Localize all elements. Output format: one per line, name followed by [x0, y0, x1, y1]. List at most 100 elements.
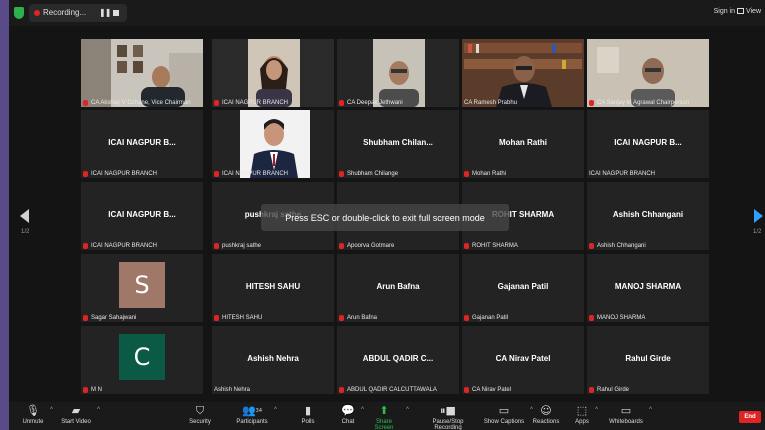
- participant-name: Sagar Sahajwani: [91, 315, 137, 321]
- show-captions-button[interactable]: ▭ Show Captions ^: [483, 404, 533, 426]
- video-tile[interactable]: ICAI NAGPUR B... ICAI NAGPUR BRANCH: [587, 110, 709, 178]
- encryption-shield-icon[interactable]: [14, 7, 24, 19]
- start-video-button[interactable]: ▰ Start Video ^: [60, 405, 100, 426]
- muted-mic-icon: [214, 315, 219, 321]
- video-tile[interactable]: HITESH SAHU HITESH SAHU: [212, 254, 334, 322]
- captions-icon: ▭: [498, 404, 510, 417]
- participant-name: ICAI NAGPUR BRANCH: [91, 171, 158, 177]
- chat-button[interactable]: 💬 Chat ^: [340, 404, 364, 426]
- participant-name: CA Nirav Patel: [472, 387, 512, 393]
- participant-name: Shubham Chilange: [347, 171, 399, 177]
- muted-mic-icon: [83, 243, 88, 249]
- pause-recording-label: Pause/Stop Recording: [432, 419, 464, 430]
- participant-display-name: Shubham Chilan...: [363, 138, 433, 147]
- participant-caption: ICAI NAGPUR BRANCH: [214, 100, 288, 106]
- chevron-up-icon[interactable]: ^: [274, 407, 277, 413]
- video-tile[interactable]: CA Sanjay M Agrawal Chairperson: [587, 39, 709, 107]
- video-tile[interactable]: MANOJ SHARMA MANOJ SHARMA: [587, 254, 709, 322]
- next-page-arrow-icon[interactable]: [754, 209, 763, 223]
- polls-label: Polls: [301, 419, 315, 425]
- video-tile[interactable]: CA Akshay V Dzhane, Vice Chairman: [81, 39, 203, 107]
- whiteboards-label: Whiteboards: [609, 419, 643, 425]
- video-tile[interactable]: CA Nirav Patel CA Nirav Patel: [462, 326, 584, 394]
- participant-caption: Gajanan Patil: [464, 315, 508, 321]
- muted-mic-icon: [339, 171, 344, 177]
- participant-caption: pushkraj sathe: [214, 243, 261, 249]
- shield-icon: ⛉: [195, 404, 205, 417]
- participant-name: Gajanan Patil: [472, 315, 509, 321]
- view-button[interactable]: View: [736, 8, 761, 15]
- chevron-up-icon[interactable]: ^: [97, 407, 100, 413]
- video-tile[interactable]: S Sagar Sahajwani: [81, 254, 203, 322]
- participant-name: Rahul Girde: [597, 387, 630, 393]
- participants-button[interactable]: 👥34 Participants ^: [235, 405, 277, 426]
- video-tile[interactable]: Rahul Girde Rahul Girde: [587, 326, 709, 394]
- share-screen-button[interactable]: ⬆ Share Screen ^: [367, 404, 409, 430]
- whiteboards-button[interactable]: ▭ Whiteboards ^: [608, 405, 652, 426]
- video-tile[interactable]: Arun Bafna Arun Bafna: [337, 254, 459, 322]
- pause-stop-recording-button[interactable]: ⏸■ Pause/Stop Recording: [419, 405, 477, 430]
- chevron-up-icon[interactable]: ^: [406, 407, 409, 413]
- video-tile[interactable]: Shubham Chilan... Shubham Chilange: [337, 110, 459, 178]
- video-tile[interactable]: ICAI NAGPUR BRANCH: [212, 110, 334, 178]
- unmute-button[interactable]: 🎙 Unmute ^: [21, 405, 53, 426]
- muted-mic-icon: [589, 315, 594, 321]
- right-page-indicator: 1/2: [753, 229, 762, 235]
- participant-name: ICAI NAGPUR BRANCH: [589, 171, 656, 177]
- participant-caption: ICAI NAGPUR BRANCH: [589, 171, 655, 177]
- muted-mic-icon: [214, 243, 219, 249]
- video-tile[interactable]: Ashish Nehra Ashish Nehra: [212, 326, 334, 394]
- show-captions-label: Show Captions: [483, 419, 525, 425]
- muted-mic-icon: [464, 387, 469, 393]
- participant-name: Ashish Nehra: [214, 387, 251, 393]
- chat-label: Chat: [341, 419, 355, 425]
- security-button[interactable]: ⛉ Security: [189, 404, 211, 426]
- meeting-toolbar: 🎙 Unmute ^ ▰ Start Video ^ ⛉ Security 👥3…: [9, 402, 765, 430]
- sign-in-link[interactable]: Sign in: [714, 8, 735, 15]
- polls-icon: ▮: [304, 404, 312, 417]
- video-tile-active-speaker[interactable]: CA Ramesh Prabhu: [462, 39, 584, 107]
- apps-button[interactable]: ⬚ Apps ^: [574, 404, 598, 426]
- video-tile[interactable]: Ashish Chhangani Ashish Chhangani: [587, 182, 709, 250]
- video-tile[interactable]: ICAI NAGPUR BRANCH: [212, 39, 334, 107]
- polls-button[interactable]: ▮ Polls: [300, 404, 316, 426]
- reactions-button[interactable]: ☺ Reactions: [532, 405, 560, 426]
- video-tile[interactable]: Mohan Rathi Mohan Rathi: [462, 110, 584, 178]
- video-tile[interactable]: ABDUL QADIR C... ABDUL QADIR CALCUTTAWAL…: [337, 326, 459, 394]
- participant-name: MANOJ SHARMA: [597, 315, 646, 321]
- video-tile[interactable]: ICAI NAGPUR B... ICAI NAGPUR BRANCH: [81, 110, 203, 178]
- muted-mic-icon: [339, 315, 344, 321]
- pause-recording-icon[interactable]: ❚❚: [99, 8, 111, 17]
- chat-bubble-icon: 💬: [341, 404, 355, 417]
- participant-display-name: HITESH SAHU: [245, 282, 301, 291]
- chevron-up-icon[interactable]: ^: [595, 407, 598, 413]
- participant-caption: Ashish Chhangani: [589, 243, 646, 249]
- participant-avatar: C: [119, 334, 165, 380]
- stop-recording-icon[interactable]: [113, 10, 119, 16]
- participant-caption: ICAI NAGPUR BRANCH: [83, 243, 157, 249]
- participant-display-name: Ashish Nehra: [247, 354, 299, 363]
- video-tile[interactable]: C M N: [81, 326, 203, 394]
- participant-name: ICAI NAGPUR BRANCH: [222, 171, 289, 177]
- participant-caption: CA Nirav Patel: [464, 387, 511, 393]
- participant-name: ICAI NAGPUR BRANCH: [222, 100, 289, 106]
- recording-dot-icon: [34, 10, 40, 16]
- end-meeting-button[interactable]: End: [739, 411, 761, 423]
- participant-name: Arun Bafna: [347, 315, 378, 321]
- chevron-up-icon[interactable]: ^: [50, 407, 53, 413]
- video-tile[interactable]: ICAI NAGPUR B... ICAI NAGPUR BRANCH: [81, 182, 203, 250]
- previous-page-arrow-icon[interactable]: [20, 209, 29, 223]
- muted-mic-icon: [589, 243, 594, 249]
- chevron-up-icon[interactable]: ^: [361, 407, 364, 413]
- share-screen-icon: ⬆: [379, 404, 389, 417]
- muted-mic-icon: [464, 243, 469, 249]
- apps-icon: ⬚: [576, 404, 588, 417]
- video-tile[interactable]: Gajanan Patil Gajanan Patil: [462, 254, 584, 322]
- recording-label: Recording...: [43, 8, 87, 17]
- participant-display-name: ICAI NAGPUR B...: [108, 210, 176, 219]
- chevron-up-icon[interactable]: ^: [649, 407, 652, 413]
- participant-name: ICAI NAGPUR BRANCH: [91, 243, 158, 249]
- video-tile[interactable]: CA Deepak Jethwani: [337, 39, 459, 107]
- muted-mic-icon: [589, 387, 594, 393]
- muted-mic-icon: [214, 171, 219, 177]
